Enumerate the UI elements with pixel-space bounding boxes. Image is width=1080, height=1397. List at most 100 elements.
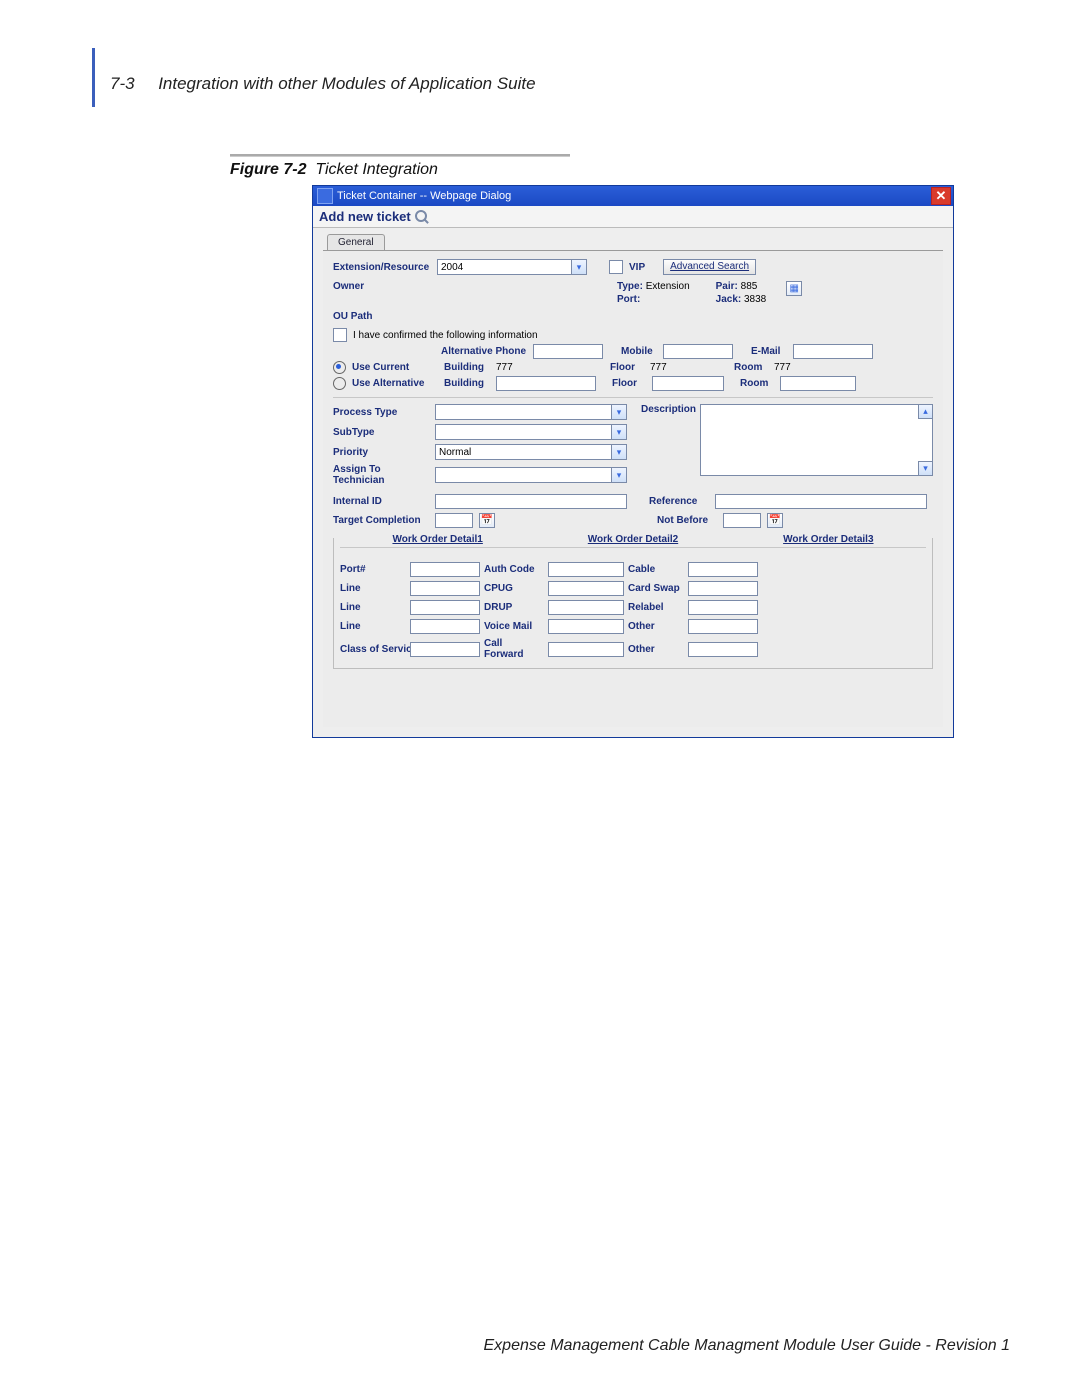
ticket-dialog: Ticket Container -- Webpage Dialog ✕ Add… xyxy=(312,185,954,738)
chevron-down-icon: ▾ xyxy=(611,445,626,459)
floor-alt-input[interactable] xyxy=(652,376,724,391)
calendar-icon[interactable]: 📅 xyxy=(479,513,495,528)
wo-other1-input[interactable] xyxy=(688,619,758,634)
vip-checkbox[interactable] xyxy=(609,260,623,274)
assign-technician-label: Assign To Technician xyxy=(333,464,429,486)
port-label: Port: xyxy=(617,294,640,305)
floor-label-2: Floor xyxy=(612,378,646,389)
advanced-search-label: Advanced Search xyxy=(670,261,749,272)
tab-bar: General xyxy=(313,228,953,250)
description-label: Description xyxy=(641,404,696,415)
vip-label: VIP xyxy=(629,262,645,273)
dialog-subheader: Add new ticket xyxy=(313,206,953,228)
wo-callfwd-label: Call Forward xyxy=(484,638,544,660)
wo-line2-input[interactable] xyxy=(410,600,480,615)
wo-cable-input[interactable] xyxy=(688,562,758,577)
assign-technician-select[interactable]: ▾ xyxy=(435,467,627,483)
use-current-radio[interactable] xyxy=(333,361,346,374)
wo-authcode-label: Auth Code xyxy=(484,564,544,575)
jack-value: 3838 xyxy=(744,294,766,305)
chevron-down-icon: ▾ xyxy=(571,260,586,274)
wo-cardswap-label: Card Swap xyxy=(628,583,684,594)
add-ticket-title: Add new ticket xyxy=(319,209,411,224)
wo-drup-label: DRUP xyxy=(484,602,544,613)
figure-title: Ticket Integration xyxy=(315,161,438,178)
tab-general[interactable]: General xyxy=(327,234,385,250)
room-alt-input[interactable] xyxy=(780,376,856,391)
scroll-up-icon[interactable]: ▴ xyxy=(918,404,933,419)
figure-label: Figure 7-2 xyxy=(230,161,306,178)
chevron-down-icon: ▾ xyxy=(611,405,626,419)
use-alternative-radio[interactable] xyxy=(333,377,346,390)
pair-label: Pair: xyxy=(716,281,738,292)
priority-label: Priority xyxy=(333,447,429,458)
advanced-search-button[interactable]: Advanced Search xyxy=(663,259,756,275)
app-icon xyxy=(317,188,333,204)
wo-cos-label: Class of Service xyxy=(340,644,406,655)
description-textarea[interactable]: ▴ ▾ xyxy=(700,404,933,476)
mobile-label: Mobile xyxy=(621,346,657,357)
wo-cable-label: Cable xyxy=(628,564,684,575)
priority-value: Normal xyxy=(439,447,471,458)
wo-voicemail-input[interactable] xyxy=(548,619,624,634)
building-alt-input[interactable] xyxy=(496,376,596,391)
room-current-value: 777 xyxy=(774,362,791,373)
owner-label: Owner xyxy=(333,281,431,292)
floor-label-1: Floor xyxy=(610,362,644,373)
lookup-icon[interactable]: ▦ xyxy=(786,281,802,296)
wo-other2-label: Other xyxy=(628,644,684,655)
building-label-2: Building xyxy=(444,378,490,389)
email-input[interactable] xyxy=(793,344,873,359)
target-completion-label: Target Completion xyxy=(333,515,429,526)
page-footer: Expense Management Cable Managment Modul… xyxy=(484,1337,1011,1355)
subtype-select[interactable]: ▾ xyxy=(435,424,627,440)
wo-callfwd-input[interactable] xyxy=(548,642,624,657)
work-order-head-1: Work Order Detail1 xyxy=(392,534,482,545)
figure-caption: Figure 7-2 Ticket Integration xyxy=(230,161,1010,179)
room-label-2: Room xyxy=(740,378,774,389)
section-title: Integration with other Modules of Applic… xyxy=(158,74,535,93)
wo-drup-input[interactable] xyxy=(548,600,624,615)
wo-authcode-input[interactable] xyxy=(548,562,624,577)
dialog-titlebar[interactable]: Ticket Container -- Webpage Dialog ✕ xyxy=(313,186,953,206)
extension-resource-label: Extension/Resource xyxy=(333,262,431,273)
type-value: Extension xyxy=(646,281,690,292)
wo-relabel-label: Relabel xyxy=(628,602,684,613)
internal-id-input[interactable] xyxy=(435,494,627,509)
page-number: 7-3 xyxy=(110,74,135,93)
work-order-area: Work Order Detail1 Work Order Detail2 Wo… xyxy=(333,538,933,669)
not-before-input[interactable] xyxy=(723,513,761,528)
process-type-label: Process Type xyxy=(333,407,429,418)
figure-top-rule xyxy=(230,154,570,157)
close-icon[interactable]: ✕ xyxy=(931,187,951,205)
wo-line1-label: Line xyxy=(340,583,406,594)
extension-resource-select[interactable]: 2004 ▾ xyxy=(437,259,587,275)
search-icon[interactable] xyxy=(415,210,429,224)
wo-line1-input[interactable] xyxy=(410,581,480,596)
wo-cpug-input[interactable] xyxy=(548,581,624,596)
page-header: 7-3 Integration with other Modules of Ap… xyxy=(110,74,1010,94)
target-completion-input[interactable] xyxy=(435,513,473,528)
wo-cardswap-input[interactable] xyxy=(688,581,758,596)
alt-phone-input[interactable] xyxy=(533,344,603,359)
floor-current-value: 777 xyxy=(650,362,728,373)
process-type-select[interactable]: ▾ xyxy=(435,404,627,420)
type-label: Type: xyxy=(617,281,643,292)
calendar-icon[interactable]: 📅 xyxy=(767,513,783,528)
work-order-head-3: Work Order Detail3 xyxy=(783,534,873,545)
confirm-checkbox[interactable] xyxy=(333,328,347,342)
left-margin-rule xyxy=(92,48,95,107)
ou-path-label: OU Path xyxy=(333,311,431,322)
building-label-1: Building xyxy=(444,362,490,373)
wo-relabel-input[interactable] xyxy=(688,600,758,615)
wo-port-input[interactable] xyxy=(410,562,480,577)
reference-input[interactable] xyxy=(715,494,927,509)
wo-other2-input[interactable] xyxy=(688,642,758,657)
priority-select[interactable]: Normal ▾ xyxy=(435,444,627,460)
alt-phone-label: Alternative Phone xyxy=(441,346,527,357)
scroll-down-icon[interactable]: ▾ xyxy=(918,461,933,476)
wo-cos-input[interactable] xyxy=(410,642,480,657)
mobile-input[interactable] xyxy=(663,344,733,359)
jack-label: Jack: xyxy=(716,294,742,305)
wo-line3-input[interactable] xyxy=(410,619,480,634)
